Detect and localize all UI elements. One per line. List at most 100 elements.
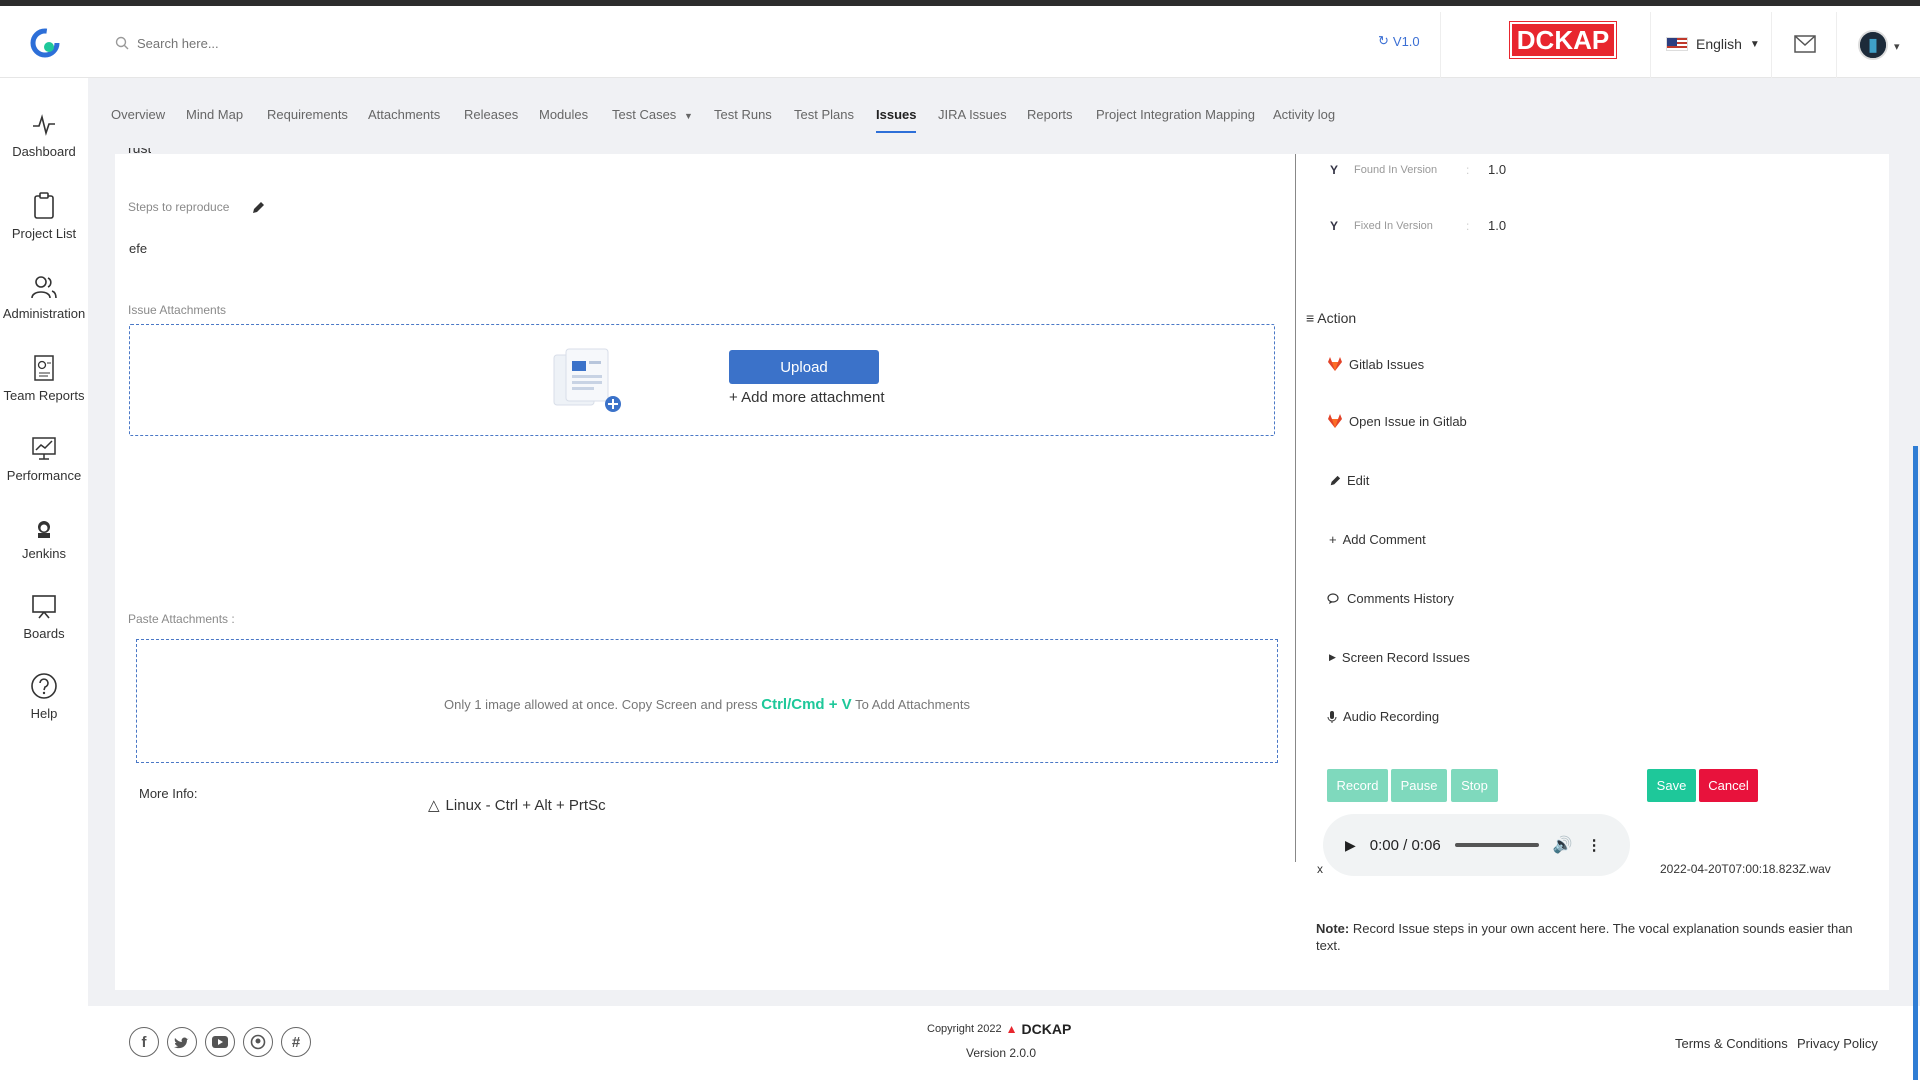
tab-overview[interactable]: Overview [111, 107, 165, 122]
terms-link[interactable]: Terms & Conditions [1675, 1036, 1788, 1051]
slack-icon[interactable]: # [281, 1027, 311, 1057]
cancel-button[interactable]: Cancel [1699, 769, 1758, 802]
users-icon [31, 276, 57, 299]
save-button[interactable]: Save [1647, 769, 1696, 802]
action-audio-recording[interactable]: Audio Recording [1327, 709, 1439, 724]
search-input[interactable] [137, 35, 497, 51]
sidebar-item-performance[interactable]: Performance [0, 434, 88, 483]
pencil-icon[interactable] [251, 201, 265, 215]
action-label: Screen Record Issues [1341, 650, 1470, 665]
twitter-icon[interactable] [167, 1027, 197, 1057]
tab-attachments[interactable]: Attachments [368, 107, 440, 122]
audio-player[interactable]: ▶ 0:00 / 0:06 🔊 ⋮ [1323, 814, 1630, 876]
tab-jira-issues[interactable]: JIRA Issues [938, 107, 1007, 122]
version-fork-icon: Y [1330, 162, 1339, 177]
tab-activity-log[interactable]: Activity log [1273, 107, 1335, 122]
play-icon[interactable]: ▶ [1345, 837, 1356, 854]
sidebar-item-dashboard[interactable]: Dashboard [0, 112, 88, 159]
pause-button[interactable]: Pause [1391, 769, 1447, 802]
youtube-icon[interactable] [205, 1027, 235, 1057]
action-screen-record-issues[interactable]: ▶ Screen Record Issues [1329, 650, 1470, 665]
search-bar[interactable] [115, 32, 515, 54]
avatar[interactable] [1858, 30, 1888, 60]
more-info-label: More Info: [139, 786, 198, 801]
separator: : [1466, 162, 1470, 177]
tab-releases[interactable]: Releases [464, 107, 518, 122]
sidebar-item-jenkins[interactable]: Jenkins [0, 518, 88, 561]
page-scrollbar[interactable] [1913, 446, 1918, 1080]
app-logo-icon[interactable] [30, 28, 60, 58]
copyright: Copyright 2022 ▲ DCKAP [927, 1021, 1071, 1037]
sidebar-item-team-reports[interactable]: Team Reports [0, 354, 88, 403]
privacy-link[interactable]: Privacy Policy [1797, 1036, 1878, 1051]
chevron-down-icon[interactable]: ▾ [1894, 40, 1900, 53]
sidebar-item-help[interactable]: Help [0, 672, 88, 721]
fixed-in-version-row: Y Fixed In Version : 1.0 [1330, 218, 1506, 233]
help-icon [31, 673, 57, 699]
tab-project-integration-mapping[interactable]: Project Integration Mapping [1096, 107, 1255, 122]
tab-test-cases[interactable]: Test Cases ▼ [612, 107, 693, 122]
close-audio-button[interactable]: x [1317, 862, 1323, 876]
issue-text-cut: rust [128, 148, 151, 158]
action-edit[interactable]: Edit [1329, 473, 1369, 488]
audio-progress-slider[interactable] [1454, 843, 1539, 847]
found-version-value: 1.0 [1488, 162, 1507, 177]
version-fork-icon: Y [1330, 218, 1339, 233]
board-icon [32, 595, 56, 619]
sidebar-item-boards[interactable]: Boards [0, 592, 88, 641]
mail-icon[interactable] [1794, 35, 1816, 53]
record-button[interactable]: Record [1327, 769, 1388, 802]
sidebar-item-label: Administration [2, 306, 86, 321]
paste-hint-key: Ctrl/Cmd + V [761, 696, 852, 713]
language-label: English [1696, 36, 1742, 52]
attachment-dropzone[interactable] [129, 324, 1275, 436]
tab-mind-map[interactable]: Mind Map [186, 107, 243, 122]
gitlab-icon [1328, 414, 1342, 428]
top-header: ↻ V1.0 DCKAP English ▼ ▾ [0, 6, 1920, 78]
action-comments-history[interactable]: Comments History [1327, 591, 1454, 606]
note-text: Record Issue steps in your own accent he… [1316, 921, 1853, 953]
sidebar-item-label: Boards [23, 626, 65, 641]
sidebar-item-label: Help [30, 706, 58, 721]
upload-button[interactable]: Upload [729, 350, 879, 384]
tab-issues[interactable]: Issues [876, 107, 917, 133]
tab-test-plans[interactable]: Test Plans [794, 107, 854, 122]
footer [88, 1006, 1920, 1080]
sidebar-item-administration[interactable]: Administration [0, 274, 88, 321]
github-icon[interactable] [243, 1027, 273, 1057]
issue-attachments-label: Issue Attachments [128, 303, 227, 317]
plus-icon: + [1329, 532, 1337, 547]
tab-requirements[interactable]: Requirements [267, 107, 348, 122]
clipboard-icon [34, 192, 54, 219]
sidebar-item-project-list[interactable]: Project List [0, 192, 88, 241]
version-indicator[interactable]: ↻ V1.0 [1378, 33, 1420, 49]
volume-icon[interactable]: 🔊 [1553, 835, 1573, 855]
report-icon [34, 355, 54, 381]
action-label: Comments History [1347, 591, 1454, 606]
tab-test-runs[interactable]: Test Runs [714, 107, 772, 122]
refresh-icon: ↻ [1378, 33, 1389, 48]
audio-time: 0:00 / 0:06 [1369, 836, 1441, 854]
audio-filename: 2022-04-20T07:00:18.823Z.wav [1660, 862, 1831, 876]
language-selector[interactable]: English ▼ [1666, 36, 1760, 52]
action-label: Gitlab Issues [1349, 356, 1425, 372]
paste-hint: Only 1 image allowed at once. Copy Scree… [136, 696, 1278, 713]
fixed-version-label: Fixed In Version [1354, 219, 1433, 232]
action-gitlab-issues[interactable]: Gitlab Issues [1327, 356, 1424, 372]
action-add-comment[interactable]: + Add Comment [1329, 532, 1426, 547]
paste-hint-post: To Add Attachments [855, 697, 970, 712]
action-open-issue-in-gitlab[interactable]: Open Issue in Gitlab [1327, 413, 1467, 429]
tab-modules[interactable]: Modules [539, 107, 588, 122]
stop-button[interactable]: Stop [1451, 769, 1498, 802]
sidebar-item-label: Team Reports [3, 388, 85, 403]
brand-logo: DCKAP [1509, 21, 1617, 59]
facebook-icon[interactable]: f [129, 1027, 159, 1057]
more-options-icon[interactable]: ⋮ [1587, 836, 1602, 854]
header-divider [1440, 12, 1441, 78]
add-more-attachment-link[interactable]: + Add more attachment [729, 389, 885, 406]
steps-label: Steps to reproduce [128, 200, 230, 214]
project-tabs: Overview Mind Map Requirements Attachmen… [88, 78, 1920, 154]
copyright-text: Copyright 2022 [927, 1023, 1002, 1035]
tab-label: Test Cases [612, 107, 677, 122]
tab-reports[interactable]: Reports [1027, 107, 1073, 122]
